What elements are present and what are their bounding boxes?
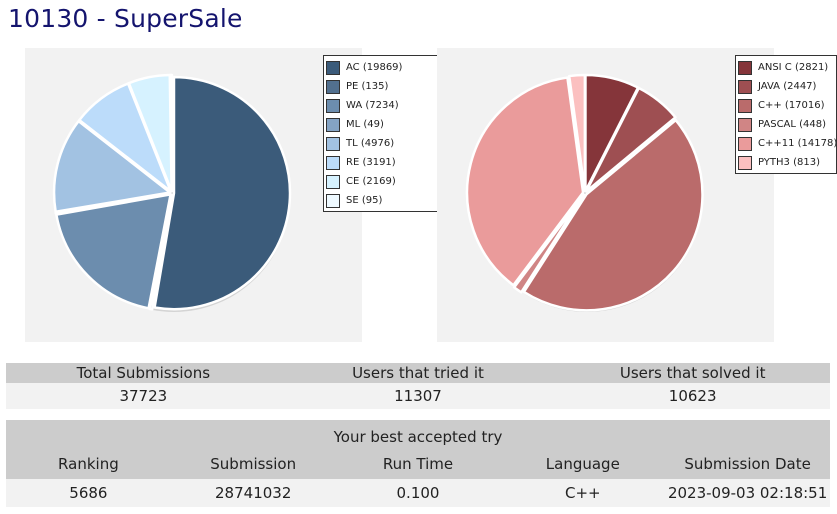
verdict-legend-label-ac: AC (19869)	[346, 62, 403, 73]
stats-header-row: Total Submissions Users that tried it Us…	[6, 363, 830, 383]
verdict-legend-swatch-pe	[326, 79, 340, 94]
language-legend-label-c-11: C++11 (14178)	[758, 138, 837, 149]
submission-date-header: Submission Date	[665, 449, 830, 479]
best-try-caption: Your best accepted try	[6, 420, 830, 449]
language-legend-swatch-c-11	[738, 136, 752, 151]
verdict-legend-item-wa: WA (7234)	[326, 96, 438, 115]
verdict-legend-swatch-wa	[326, 98, 340, 113]
verdict-legend-item-re: RE (3191)	[326, 153, 438, 172]
language-pie-chart-panel	[437, 48, 774, 342]
verdict-legend-swatch-tl	[326, 136, 340, 151]
users-solved-value: 10623	[555, 383, 830, 409]
language-legend-swatch-ansi-c	[738, 60, 752, 75]
submission-stats-table: Total Submissions Users that tried it Us…	[6, 363, 830, 409]
verdict-slice-ac	[153, 75, 292, 311]
verdict-legend-swatch-ac	[326, 60, 340, 75]
ranking-value: 5686	[6, 479, 171, 507]
verdict-legend-label-pe: PE (135)	[346, 81, 389, 92]
submission-value: 28741032	[170, 479, 336, 507]
best-try-header-row: Ranking Submission Run Time Language Sub…	[6, 449, 830, 479]
language-legend-swatch-c	[738, 98, 752, 113]
verdict-legend-item-ce: CE (2169)	[326, 172, 438, 191]
verdict-legend-item-pe: PE (135)	[326, 77, 438, 96]
verdict-legend-label-ce: CE (2169)	[346, 176, 396, 187]
verdict-pie-chart-panel	[25, 48, 362, 342]
verdict-legend-label-ml: ML (49)	[346, 119, 384, 130]
verdict-legend-label-re: RE (3191)	[346, 157, 396, 168]
language-legend-item-c: C++ (17016)	[738, 96, 833, 115]
language-legend-label-java: JAVA (2447)	[758, 81, 817, 92]
language-legend-swatch-pascal	[738, 117, 752, 132]
users-tried-header: Users that tried it	[280, 363, 556, 383]
language-pie-chart	[465, 73, 704, 312]
language-legend-label-pyth3: PYTH3 (813)	[758, 157, 820, 168]
best-accepted-try-table: Your best accepted try Ranking Submissio…	[6, 420, 830, 507]
verdict-legend: AC (19869) PE (135) WA (7234) ML (49) TL (49…	[323, 55, 442, 212]
verdict-legend-label-se: SE (95)	[346, 195, 383, 206]
submission-header: Submission	[170, 449, 336, 479]
run-time-header: Run Time	[335, 449, 501, 479]
language-legend-label-pascal: PASCAL (448)	[758, 119, 827, 130]
users-tried-value: 11307	[280, 383, 556, 409]
language-legend-swatch-java	[738, 79, 752, 94]
total-submissions-header: Total Submissions	[6, 363, 281, 383]
language-legend-item-pyth3: PYTH3 (813)	[738, 153, 833, 172]
verdict-legend-swatch-ml	[326, 117, 340, 132]
verdict-legend-item-ml: ML (49)	[326, 115, 438, 134]
best-try-value-row: 5686 28741032 0.100 C++ 2023-09-03 02:18…	[6, 479, 830, 507]
users-solved-header: Users that solved it	[555, 363, 830, 383]
verdict-legend-swatch-ce	[326, 174, 340, 189]
best-try-caption-row: Your best accepted try	[6, 420, 830, 449]
page-title: 10130 - SuperSale	[8, 4, 243, 33]
run-time-value: 0.100	[335, 479, 501, 507]
verdict-legend-item-tl: TL (4976)	[326, 134, 438, 153]
submission-date-value: 2023-09-03 02:18:51	[665, 479, 830, 507]
verdict-pie-chart	[52, 73, 292, 312]
language-value: C++	[500, 479, 666, 507]
verdict-legend-item-ac: AC (19869)	[326, 58, 438, 77]
language-legend-item-c-11: C++11 (14178)	[738, 134, 836, 153]
language-legend-swatch-pyth3	[738, 155, 752, 170]
language-legend-label-c: C++ (17016)	[758, 100, 825, 111]
ranking-header: Ranking	[6, 449, 171, 479]
language-legend: ANSI C (2821) JAVA (2447) C++ (17016) PASCA…	[735, 55, 837, 174]
total-submissions-value: 37723	[6, 383, 281, 409]
language-legend-item-java: JAVA (2447)	[738, 77, 833, 96]
language-legend-label-ansi-c: ANSI C (2821)	[758, 62, 829, 73]
stats-value-row: 37723 11307 10623	[6, 383, 830, 409]
verdict-legend-swatch-se	[326, 193, 340, 208]
verdict-legend-item-se: SE (95)	[326, 191, 438, 210]
language-legend-item-pascal: PASCAL (448)	[738, 115, 833, 134]
verdict-legend-label-tl: TL (4976)	[346, 138, 395, 149]
language-header: Language	[500, 449, 666, 479]
verdict-legend-swatch-re	[326, 155, 340, 170]
verdict-legend-label-wa: WA (7234)	[346, 100, 399, 111]
language-legend-item-ansi-c: ANSI C (2821)	[738, 58, 833, 77]
